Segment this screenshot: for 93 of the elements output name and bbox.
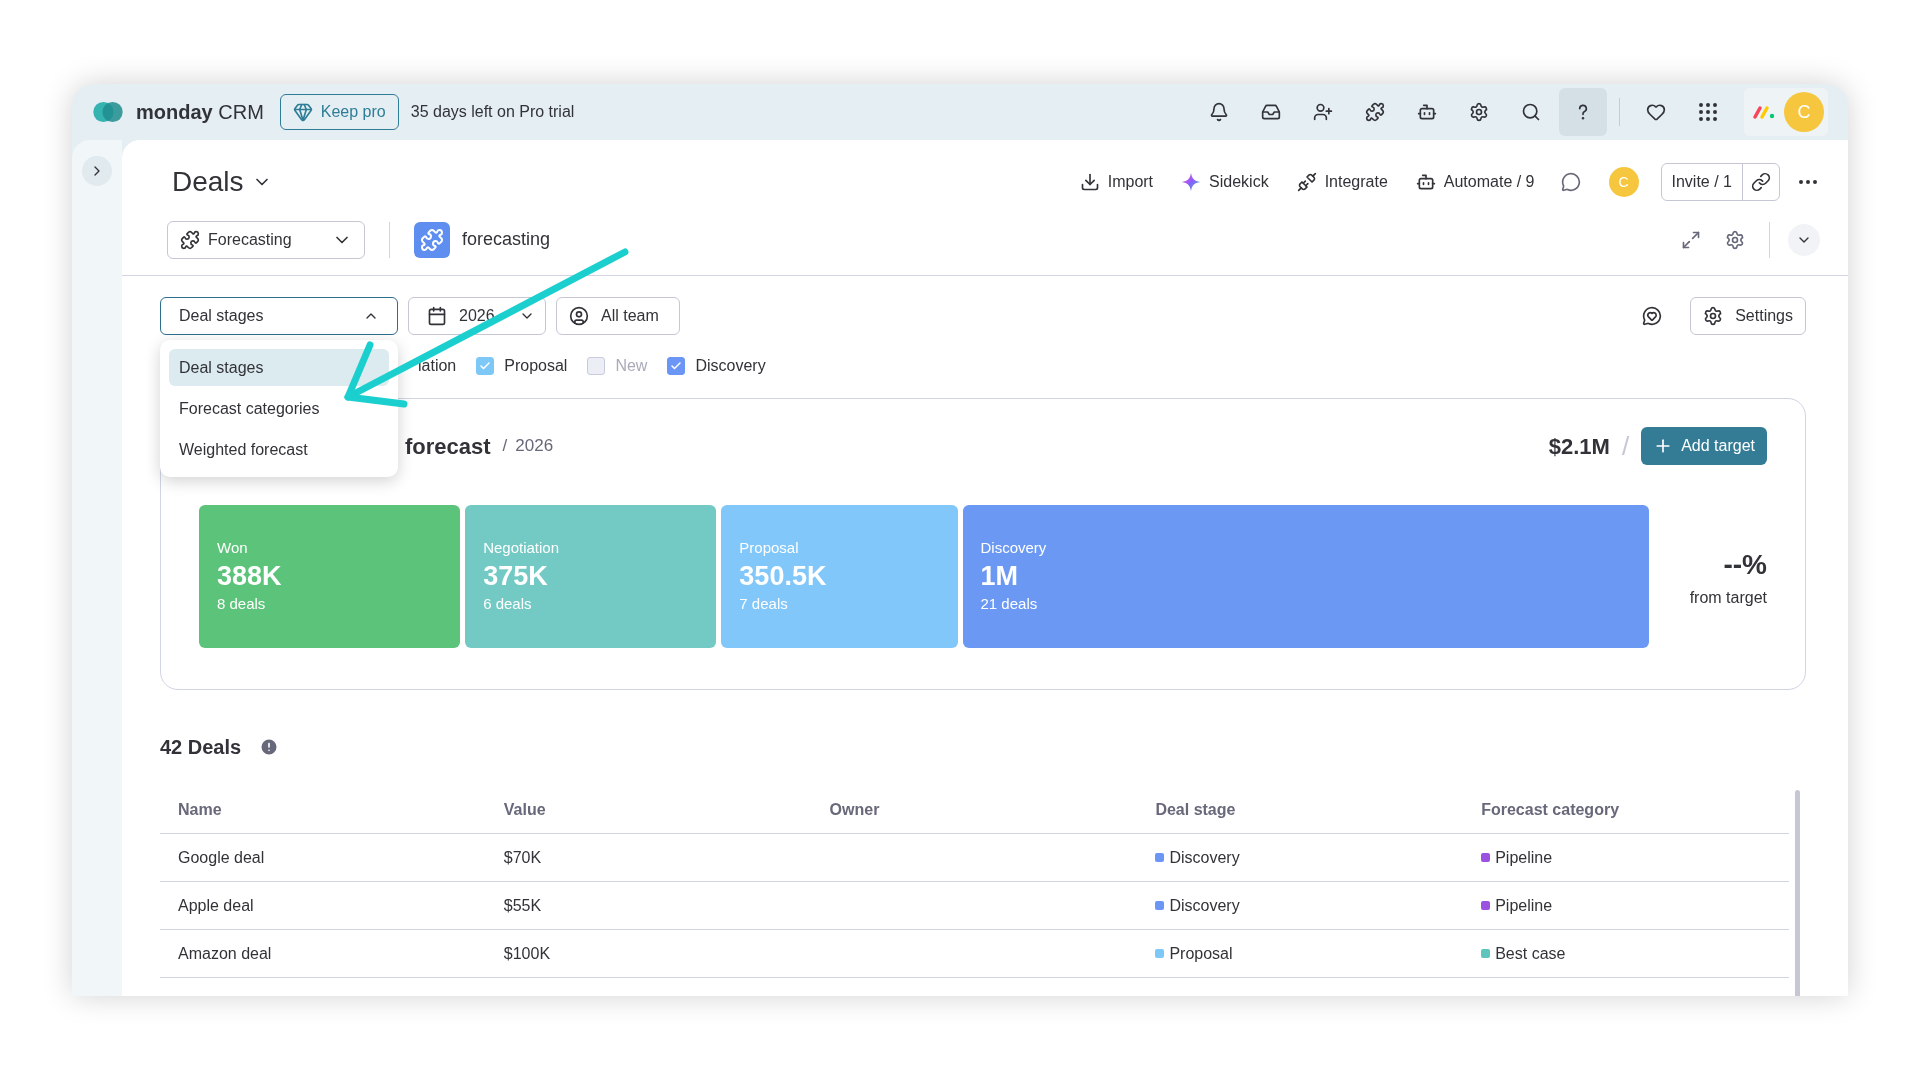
table-cell-text: $100K <box>502 943 552 964</box>
logo-icon <box>92 101 124 123</box>
settings-icon[interactable] <box>1725 229 1745 250</box>
link-icon <box>1751 172 1771 192</box>
menu-item[interactable]: Forecast categories <box>169 390 389 427</box>
grid-icon <box>1696 100 1720 124</box>
grouping-dropdown[interactable]: Deal stages <box>160 297 398 335</box>
user-avatar: C <box>1784 92 1824 132</box>
table-cell-text: Apple deal <box>177 895 255 916</box>
toolbar-action[interactable]: Import <box>1065 164 1168 200</box>
toolbar-action[interactable]: Sidekick <box>1167 164 1283 200</box>
stage-deal-count: 21 deals <box>980 594 1039 615</box>
stage-name: Won <box>217 538 249 559</box>
puzzle-icon <box>180 229 200 250</box>
app-icon <box>414 221 450 258</box>
expand-sidebar-button[interactable] <box>82 156 112 186</box>
stage-name: Discovery <box>980 538 1048 559</box>
view-name: forecasting <box>462 228 551 251</box>
heart-icon <box>1646 102 1666 122</box>
target-percent: --% <box>1723 547 1767 582</box>
table-cell-text: Amazon deal <box>177 943 273 964</box>
card-year: 2026 <box>515 435 554 458</box>
toolbar-action[interactable]: Automate / 9 <box>1401 164 1549 200</box>
column-header: Name <box>177 799 223 820</box>
monday-mark-icon <box>1752 104 1776 120</box>
calendar-icon <box>427 306 447 326</box>
view-dropdown[interactable]: Forecasting <box>167 220 365 259</box>
stage-checkbox[interactable] <box>667 357 686 375</box>
table-cell-text: Best case <box>1495 943 1566 964</box>
menu-item[interactable]: Weighted forecast <box>169 431 389 468</box>
stage-amount: 388K <box>217 559 283 593</box>
table-cell-text: Pipeline <box>1495 895 1553 916</box>
robot-icon <box>1415 172 1436 192</box>
unplug-icon <box>1296 172 1317 192</box>
forecast-total: $2.1M <box>1548 432 1610 461</box>
diamond-icon <box>292 102 313 122</box>
table-cell-text: Discovery <box>1169 895 1240 916</box>
table-cell-text: $55K <box>502 895 543 916</box>
trial-notice: 35 days left on Pro trial <box>410 102 575 122</box>
menu-item[interactable]: Deal stages <box>169 349 389 386</box>
stage-name: Proposal <box>739 538 800 559</box>
stage-deal-count: 7 deals <box>739 594 789 615</box>
fullscreen-icon[interactable] <box>1681 229 1701 250</box>
stage-deal-count: 8 deals <box>217 594 267 615</box>
user-icon <box>569 306 589 326</box>
team-filter-button[interactable]: All team <box>556 297 680 335</box>
bell-icon <box>1209 102 1229 122</box>
user-avatar: C <box>1608 167 1639 197</box>
table-cell-text: $70K <box>502 847 543 868</box>
brand-name: monday CRM <box>136 100 264 125</box>
column-header: Deal stage <box>1154 799 1237 820</box>
stage-deal-count: 6 deals <box>483 594 533 615</box>
filter-label: iation <box>418 356 457 376</box>
settings-button[interactable]: Settings <box>1690 297 1806 335</box>
board-title: Deals <box>172 165 244 199</box>
stage-name: Negotiation <box>483 538 561 559</box>
year-separator: / <box>502 435 508 458</box>
card-title: forecast <box>405 432 491 461</box>
info-icon <box>259 737 280 757</box>
inbox-icon <box>1261 102 1281 122</box>
search-icon <box>1521 102 1541 122</box>
table-cell-text: Google deal <box>177 847 266 868</box>
keep-pro-button[interactable]: Keep pro <box>279 94 399 130</box>
collapse-button[interactable] <box>1788 223 1820 256</box>
column-header: Value <box>502 799 547 820</box>
stage-amount: 350.5K <box>739 559 828 593</box>
table-cell-text: Pipeline <box>1495 847 1553 868</box>
stage-amount: 1M <box>980 559 1020 593</box>
feedback-icon[interactable] <box>1642 306 1663 326</box>
total-separator: / <box>1621 429 1630 463</box>
stage-filter-label: Discovery <box>695 356 766 376</box>
column-header: Forecast category <box>1480 799 1621 820</box>
deals-count: 42 Deals <box>160 735 242 760</box>
stage-amount: 375K <box>483 559 549 593</box>
check-icon <box>670 360 683 372</box>
settings-icon <box>1703 306 1724 326</box>
user-plus-icon <box>1313 102 1333 122</box>
stage-filter-label: Proposal <box>504 356 568 376</box>
puzzle-icon <box>1365 102 1385 122</box>
robot-icon <box>1417 102 1437 122</box>
table-cell-text: Discovery <box>1169 847 1240 868</box>
stage-filter-label: New <box>615 356 648 376</box>
check-icon <box>479 360 492 372</box>
add-target-button[interactable]: Add target <box>1641 427 1767 465</box>
stage-checkbox[interactable] <box>476 357 495 375</box>
stage-checkbox[interactable] <box>587 357 606 375</box>
toolbar-action[interactable]: Integrate <box>1282 164 1402 200</box>
table-cell-text: Proposal <box>1169 943 1233 964</box>
chat-icon[interactable] <box>1560 172 1581 192</box>
target-caption: from target <box>1689 587 1767 608</box>
column-header: Owner <box>828 799 881 820</box>
download-icon <box>1079 172 1100 192</box>
settings-icon <box>1469 102 1489 122</box>
